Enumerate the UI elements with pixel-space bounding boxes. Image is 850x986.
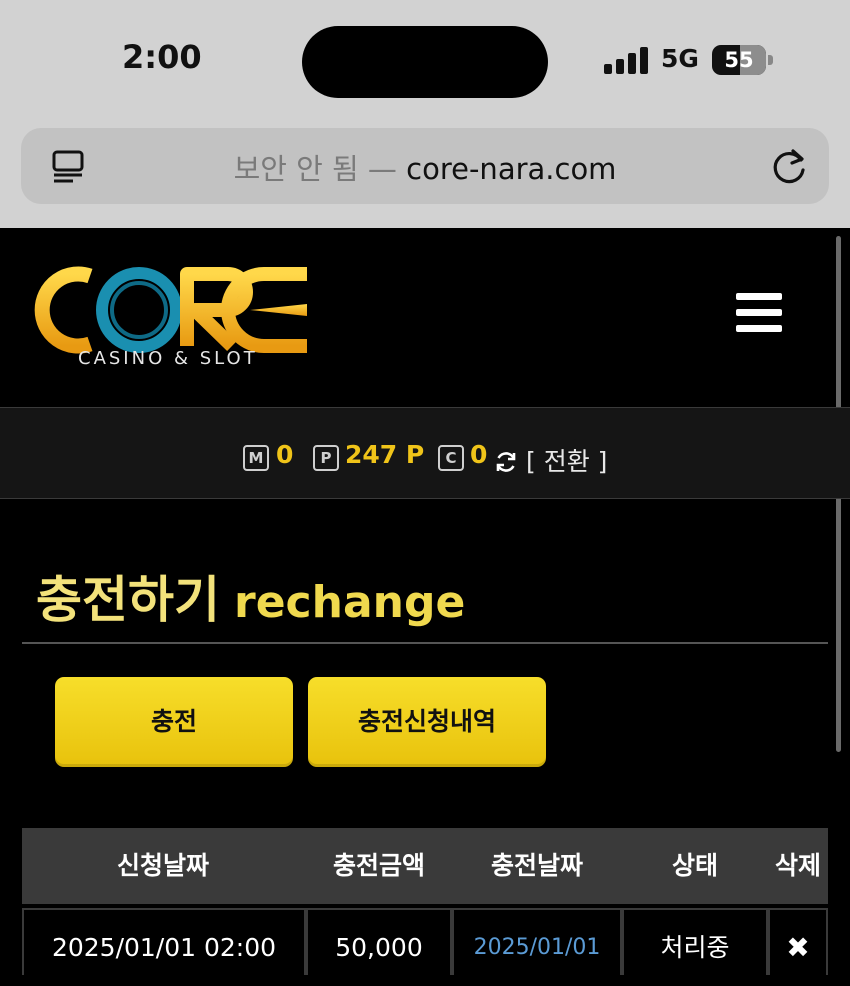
title-divider (22, 642, 828, 644)
point-badge-icon: P (313, 445, 339, 471)
col-amount: 충전금액 (332, 851, 425, 880)
money-balance: 0 (276, 440, 294, 469)
table-header: 신청날짜 충전금액 충전날짜 상태 삭제 (22, 828, 828, 904)
charge-button[interactable]: 충전 (55, 677, 293, 767)
url-domain: core-nara.com (406, 152, 617, 186)
hamburger-menu-icon[interactable] (736, 293, 782, 333)
money-badge-icon: M (243, 445, 269, 471)
col-request-date: 신청날짜 (116, 851, 209, 880)
casino-balance: 0 (470, 440, 488, 469)
refresh-icon[interactable] (494, 450, 518, 474)
dynamic-island (302, 26, 548, 98)
battery-icon: 55 (712, 45, 766, 75)
page-title: 충전하기 rechange (36, 560, 465, 632)
status-time: 2:00 (122, 38, 202, 76)
table-row: 2025/01/01 02:00 50,000 2025/01/01 처리중 ✖ (22, 906, 828, 975)
cell-request-date: 2025/01/01 02:00 (22, 908, 306, 975)
insecure-label: 보안 안 됨 — (233, 152, 397, 186)
point-balance: 247 P (345, 440, 425, 469)
col-delete: 삭제 (774, 851, 821, 880)
col-charge-date: 충전날짜 (490, 851, 583, 880)
cell-amount: 50,000 (306, 908, 452, 975)
casino-badge-icon: C (438, 445, 464, 471)
charge-history-button[interactable]: 충전신청내역 (308, 677, 546, 767)
browser-chrome: 2:00 5G 55 보안 안 됨 — core-nara.com (0, 0, 850, 228)
network-label: 5G (661, 44, 699, 73)
page-title-en: rechange (234, 577, 466, 628)
page-title-ko: 충전하기 (36, 571, 220, 629)
url-bar[interactable]: 보안 안 됨 — core-nara.com (21, 128, 829, 204)
logo-subtitle: CASINO & SLOT (78, 348, 258, 369)
cell-status: 처리중 (622, 908, 768, 975)
cell-charge-date[interactable]: 2025/01/01 (452, 908, 622, 975)
balance-bar: M 0 P 247 P C 0 [ 전환 ] (0, 407, 850, 499)
url-text[interactable]: 보안 안 됨 — core-nara.com (21, 146, 829, 188)
delete-icon[interactable]: ✖ (768, 908, 828, 975)
signal-icon (604, 46, 648, 74)
reload-icon[interactable] (771, 146, 809, 186)
col-status: 상태 (671, 851, 718, 880)
battery-tip (768, 55, 773, 65)
switch-wallet-link[interactable]: [ 전환 ] (526, 442, 607, 478)
battery-level: 55 (724, 48, 754, 72)
